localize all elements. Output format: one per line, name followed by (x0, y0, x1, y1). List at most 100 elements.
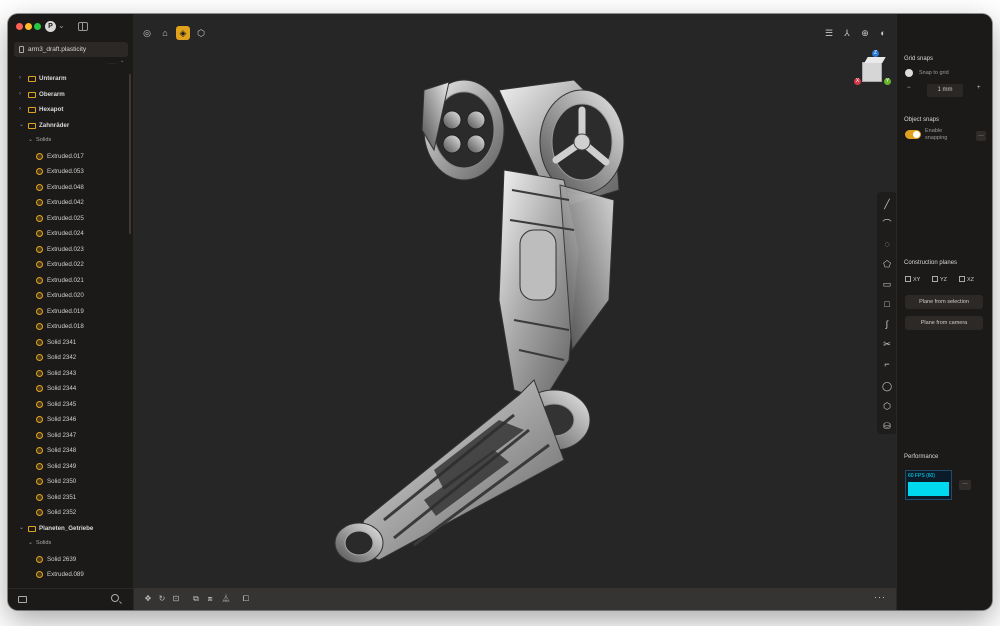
chevron-down-icon[interactable]: ⌄ (19, 118, 24, 134)
layers-icon[interactable]: ☰ (822, 26, 836, 40)
tree-item[interactable]: Extruded.018 (8, 319, 134, 335)
tree-item[interactable]: Solid 2639 (8, 552, 134, 568)
spline-tool-icon[interactable]: ∫ (881, 318, 893, 330)
tree-item[interactable]: Extruded.053 (8, 164, 134, 180)
tree-item[interactable]: Solid 2349 (8, 459, 134, 475)
extrude-tool-icon[interactable]: ⛁ (881, 420, 893, 432)
polygon-tool-icon[interactable]: ⬠ (881, 258, 893, 270)
chevron-right-icon[interactable]: › (19, 102, 21, 118)
rotate-icon[interactable]: ↻ (156, 593, 168, 605)
fillet-tool-icon[interactable]: ⌐ (881, 358, 893, 370)
snap-to-grid-radio[interactable] (905, 69, 913, 77)
view-cube[interactable] (862, 62, 882, 82)
solid-tool-icon[interactable]: ⬡ (881, 400, 893, 412)
tree-controls[interactable]: ··· ⌃ (108, 60, 126, 67)
enable-snapping-toggle[interactable] (905, 130, 921, 139)
sidebar-toggle-icon[interactable] (78, 22, 88, 31)
sphere-tool-icon[interactable]: ◯ (881, 380, 893, 392)
sphere-icon[interactable]: ⊕ (858, 26, 872, 40)
chevron-down-icon[interactable]: ⌄ (28, 536, 33, 552)
tree-item[interactable]: Extruded.017 (8, 149, 134, 165)
tree-item[interactable]: Extruded.025 (8, 211, 134, 227)
new-folder-icon[interactable] (18, 596, 27, 603)
chevron-down-icon[interactable]: ⌄ (58, 21, 65, 30)
tree-subgroup[interactable]: ⌄ Solids (8, 536, 134, 552)
gizmo-y-axis[interactable]: Y (884, 78, 891, 85)
chevron-right-icon[interactable]: › (19, 71, 21, 87)
snapping-options-button[interactable]: … (976, 131, 986, 141)
offset-icon[interactable]: ⧈ (204, 593, 216, 605)
gizmo-z-axis[interactable]: Z (872, 50, 879, 57)
robot-arm-model[interactable] (324, 50, 684, 570)
plane-from-camera-button[interactable]: Plane from camera (905, 316, 983, 330)
chevron-right-icon[interactable]: › (19, 87, 21, 103)
solid-icon (36, 431, 43, 439)
mirror-icon[interactable]: ⏅ (220, 593, 232, 605)
tree-item[interactable]: Extruded.024 (8, 226, 134, 242)
plane-from-selection-button[interactable]: Plane from selection (905, 295, 983, 309)
cylinder-tool-icon[interactable]: ▭ (881, 278, 893, 290)
tree-item[interactable]: Solid 2343 (8, 366, 134, 382)
scissors-tool-icon[interactable]: ✂ (881, 338, 893, 350)
tree-item[interactable]: Extruded.048 (8, 180, 134, 196)
circle-tool-icon[interactable]: ◌ (881, 238, 893, 250)
boolean-icon[interactable]: ⧉ (190, 593, 202, 605)
plane-xy-button[interactable]: XY (905, 276, 920, 283)
close-window-button[interactable] (16, 23, 23, 30)
face-mode-icon[interactable]: ⬡ (194, 26, 208, 40)
minimize-window-button[interactable] (25, 23, 32, 30)
tree-item[interactable]: Extruded.022 (8, 257, 134, 273)
file-tab[interactable]: arm3_draft.plasticity (14, 42, 128, 57)
tree-item[interactable]: Solid 2350 (8, 474, 134, 490)
tree-group[interactable]: ⌄ Zahnräder (8, 118, 134, 134)
plane-xz-button[interactable]: XZ (959, 276, 974, 283)
tree-item[interactable]: Solid 2347 (8, 428, 134, 444)
more-options-icon[interactable]: ··· (874, 592, 886, 602)
scale-icon[interactable]: ⊡ (170, 593, 182, 605)
tree-item[interactable]: Extruded.019 (8, 304, 134, 320)
curve-tool-icon[interactable]: ⌒ (881, 218, 893, 230)
chevron-down-icon[interactable]: ⌄ (19, 521, 24, 537)
gizmo-x-axis[interactable]: X (854, 78, 861, 85)
search-icon[interactable] (111, 594, 119, 602)
decrement-button[interactable]: − (907, 85, 911, 91)
3d-viewport[interactable]: ◎ ⌂ ◈ ⬡ ☰ ⅄ ⊕ ◐ Z X Y ╱ ⌒ ◌ ⬠ ▭ □ ∫ ✂ ⌐ … (134, 14, 897, 610)
edge-mode-icon[interactable]: ⌂ (158, 26, 172, 40)
tree-item[interactable]: Extruded.042 (8, 195, 134, 211)
rectangle-tool-icon[interactable]: □ (881, 298, 893, 310)
tree-item[interactable]: Solid 2352 (8, 505, 134, 521)
tree-group[interactable]: › Oberarm (8, 87, 134, 103)
render-mode-icon[interactable]: ◐ (876, 26, 890, 40)
tree-item[interactable]: Extruded.089 (8, 567, 134, 583)
tree-item[interactable]: Solid 2348 (8, 443, 134, 459)
increment-button[interactable]: + (977, 85, 981, 91)
tree-item[interactable]: Solid 2346 (8, 412, 134, 428)
tree-item[interactable]: Solid 2344 (8, 381, 134, 397)
tree-item[interactable]: Extruded.021 (8, 273, 134, 289)
tree-item[interactable]: Extruded.020 (8, 288, 134, 304)
plane-yz-button[interactable]: YZ (932, 276, 947, 283)
tree-item[interactable]: Solid 2351 (8, 490, 134, 506)
vertex-mode-icon[interactable]: ◎ (140, 26, 154, 40)
line-tool-icon[interactable]: ╱ (881, 198, 893, 210)
tree-item[interactable]: Extruded.023 (8, 242, 134, 258)
tree-group[interactable]: › Unterarm (8, 71, 134, 87)
solid-mode-icon[interactable]: ◈ (176, 26, 190, 40)
zoom-window-button[interactable] (34, 23, 41, 30)
tree-item[interactable]: Solid 2342 (8, 350, 134, 366)
tree-item[interactable]: Solid 2345 (8, 397, 134, 413)
performance-options-button[interactable]: … (959, 480, 971, 490)
solid-icon (36, 323, 43, 330)
tree-group[interactable]: › Hexapot (8, 102, 134, 118)
outliner-scrollbar[interactable] (129, 74, 131, 234)
tree-subgroup[interactable]: ⌄ Solids (8, 133, 134, 149)
grid-size-value[interactable]: 1 mm (927, 84, 963, 97)
duplicate-icon[interactable]: ⧠ (240, 593, 252, 605)
tree-group[interactable]: ⌄ Planeten_Getriebe (8, 521, 134, 537)
axes-icon[interactable]: ⅄ (840, 26, 854, 40)
chevron-down-icon[interactable]: ⌄ (28, 133, 33, 149)
app-logo-icon[interactable]: P (45, 21, 56, 32)
enable-snapping-label-1: Enable (925, 128, 943, 134)
move-icon[interactable]: ✥ (142, 593, 154, 605)
tree-item[interactable]: Solid 2341 (8, 335, 134, 351)
